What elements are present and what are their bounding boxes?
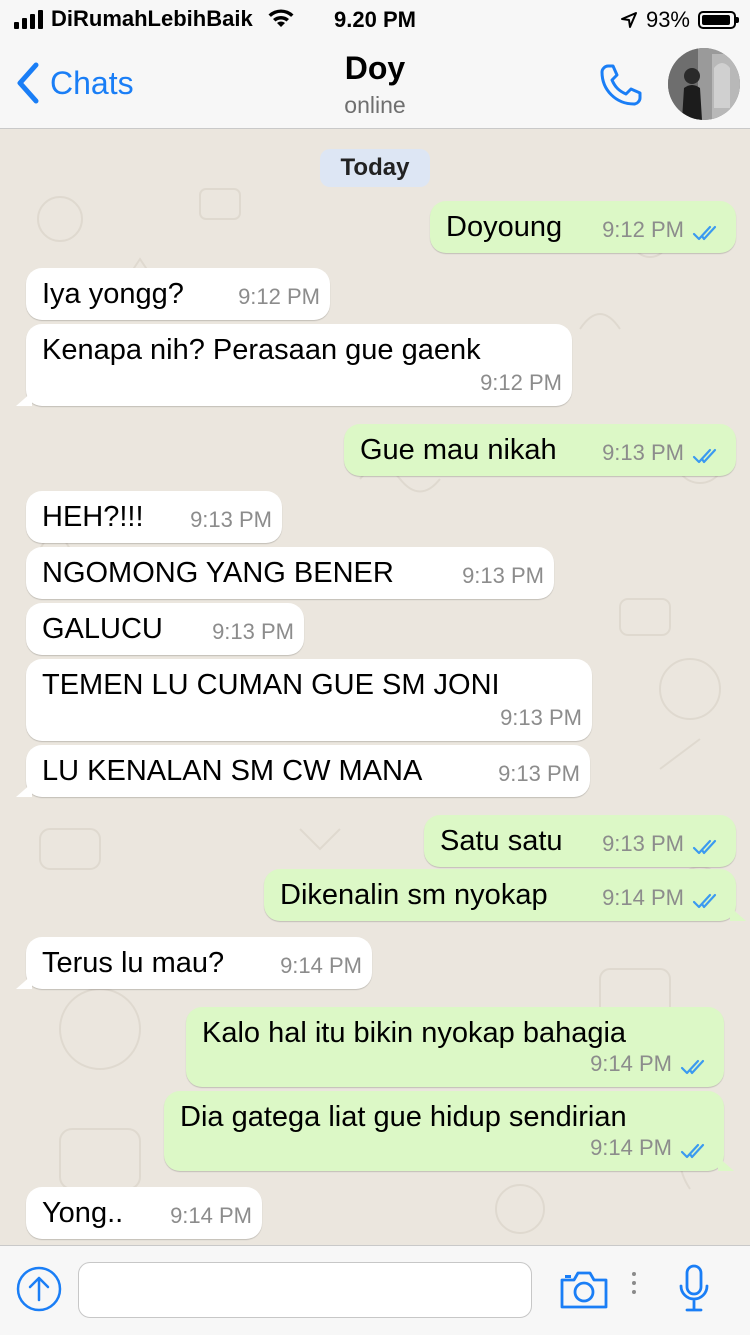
message-time: 9:12 PM bbox=[238, 284, 320, 309]
bubble-tail bbox=[16, 783, 32, 797]
incoming-message[interactable]: Yong.. 9:14 PM bbox=[26, 1187, 262, 1239]
incoming-message[interactable]: TEMEN LU CUMAN GUE SM JONI 9:13 PM bbox=[26, 659, 592, 741]
outgoing-message[interactable]: Gue mau nikah 9:13 PM bbox=[344, 424, 736, 476]
message-time: 9:13 PM bbox=[190, 507, 272, 532]
incoming-message[interactable]: Terus lu mau? 9:14 PM bbox=[16, 937, 372, 989]
location-arrow-icon bbox=[620, 12, 637, 28]
call-button[interactable] bbox=[598, 62, 644, 113]
bubble-tail bbox=[730, 907, 746, 921]
incoming-message[interactable]: HEH?!!! 9:13 PM bbox=[26, 491, 282, 543]
message-input[interactable] bbox=[78, 1262, 532, 1318]
message-text: GALUCU bbox=[42, 613, 163, 645]
message-time: 9:13 PM bbox=[498, 761, 580, 786]
message-time: 9:14 PM bbox=[280, 953, 362, 978]
date-divider: Today bbox=[320, 149, 430, 187]
chat-header: Chats Doy online bbox=[0, 40, 750, 129]
message-text: HEH?!!! bbox=[42, 501, 144, 533]
status-bar: DiRumahLebihBaik 9.20 PM 93% bbox=[0, 0, 750, 40]
message-time: 9:13 PM bbox=[212, 619, 294, 644]
incoming-message[interactable]: GALUCU 9:13 PM bbox=[26, 603, 304, 655]
message-text: Kenapa nih? Perasaan gue gaenk bbox=[42, 334, 481, 366]
incoming-message[interactable]: Iya yongg? 9:12 PM bbox=[26, 268, 330, 320]
composer-bar bbox=[0, 1245, 750, 1335]
message-text: Satu satu bbox=[440, 825, 563, 857]
outgoing-message[interactable]: Kalo hal itu bikin nyokap bahagia 9:14 PM bbox=[186, 1007, 724, 1087]
battery-percent: 93% bbox=[645, 7, 690, 32]
incoming-message[interactable]: NGOMONG YANG BENER 9:13 PM bbox=[26, 547, 554, 599]
incoming-message[interactable]: Kenapa nih? Perasaan gue gaenk 9:12 PM bbox=[16, 324, 572, 406]
camera-icon bbox=[560, 1271, 608, 1309]
more-dots-icon bbox=[632, 1272, 636, 1294]
message-text: Yong.. bbox=[42, 1197, 124, 1229]
message-time: 9:13 PM bbox=[462, 563, 544, 588]
message-time: 9:13 PM bbox=[602, 440, 684, 465]
outgoing-message[interactable]: Dikenalin sm nyokap 9:14 PM bbox=[264, 869, 746, 921]
message-text: TEMEN LU CUMAN GUE SM JONI bbox=[42, 669, 500, 701]
double-check-icon bbox=[680, 1143, 705, 1159]
message-text: Iya yongg? bbox=[42, 278, 184, 310]
camera-button[interactable] bbox=[558, 1270, 610, 1315]
double-check-icon bbox=[692, 448, 717, 464]
double-check-icon bbox=[692, 225, 717, 241]
message-time: 9:12 PM bbox=[480, 370, 562, 395]
message-text: Terus lu mau? bbox=[42, 947, 225, 979]
outgoing-message[interactable]: Dia gatega liat gue hidup sendirian 9:14 … bbox=[164, 1091, 734, 1171]
message-time: 9:13 PM bbox=[500, 705, 582, 730]
message-text: Dikenalin sm nyokap bbox=[280, 879, 548, 911]
double-check-icon bbox=[692, 839, 717, 855]
bubble-tail bbox=[16, 975, 32, 989]
message-time: 9:13 PM bbox=[602, 831, 684, 856]
message-time: 9:12 PM bbox=[602, 217, 684, 242]
message-time: 9:14 PM bbox=[602, 885, 684, 910]
outgoing-message[interactable]: Satu satu 9:13 PM bbox=[424, 815, 736, 867]
message-time: 9:14 PM bbox=[170, 1203, 252, 1228]
message-text: Dia gatega liat gue hidup sendirian bbox=[180, 1101, 627, 1133]
message-text: Doyoung bbox=[446, 211, 563, 243]
chat-area[interactable]: Today Doyoung 9:12 PM Iya yongg? 9:12 PM Ken… bbox=[0, 129, 750, 1245]
bubble-tail bbox=[16, 392, 32, 406]
outgoing-message[interactable]: Doyoung 9:12 PM bbox=[430, 201, 736, 253]
double-check-icon bbox=[680, 1059, 705, 1075]
message-time: 9:14 PM bbox=[590, 1135, 672, 1160]
message-text: LU KENALAN SM CW MANA bbox=[42, 755, 423, 787]
avatar-photo bbox=[668, 48, 740, 120]
message-text: Kalo hal itu bikin nyokap bahagia bbox=[202, 1017, 627, 1049]
status-right: 93% bbox=[620, 7, 739, 33]
message-text: NGOMONG YANG BENER bbox=[42, 557, 394, 589]
battery-icon bbox=[698, 11, 739, 29]
message-time: 9:14 PM bbox=[590, 1051, 672, 1076]
mic-button[interactable] bbox=[678, 1264, 710, 1319]
double-check-icon bbox=[692, 893, 717, 909]
message-text: Gue mau nikah bbox=[360, 434, 557, 466]
phone-icon bbox=[600, 64, 642, 106]
avatar[interactable] bbox=[668, 48, 740, 120]
attach-button[interactable] bbox=[16, 1266, 62, 1317]
bubble-tail bbox=[718, 1157, 734, 1171]
plus-circle-icon bbox=[16, 1266, 62, 1312]
incoming-message[interactable]: LU KENALAN SM CW MANA 9:13 PM bbox=[16, 745, 590, 797]
microphone-icon bbox=[679, 1264, 709, 1312]
